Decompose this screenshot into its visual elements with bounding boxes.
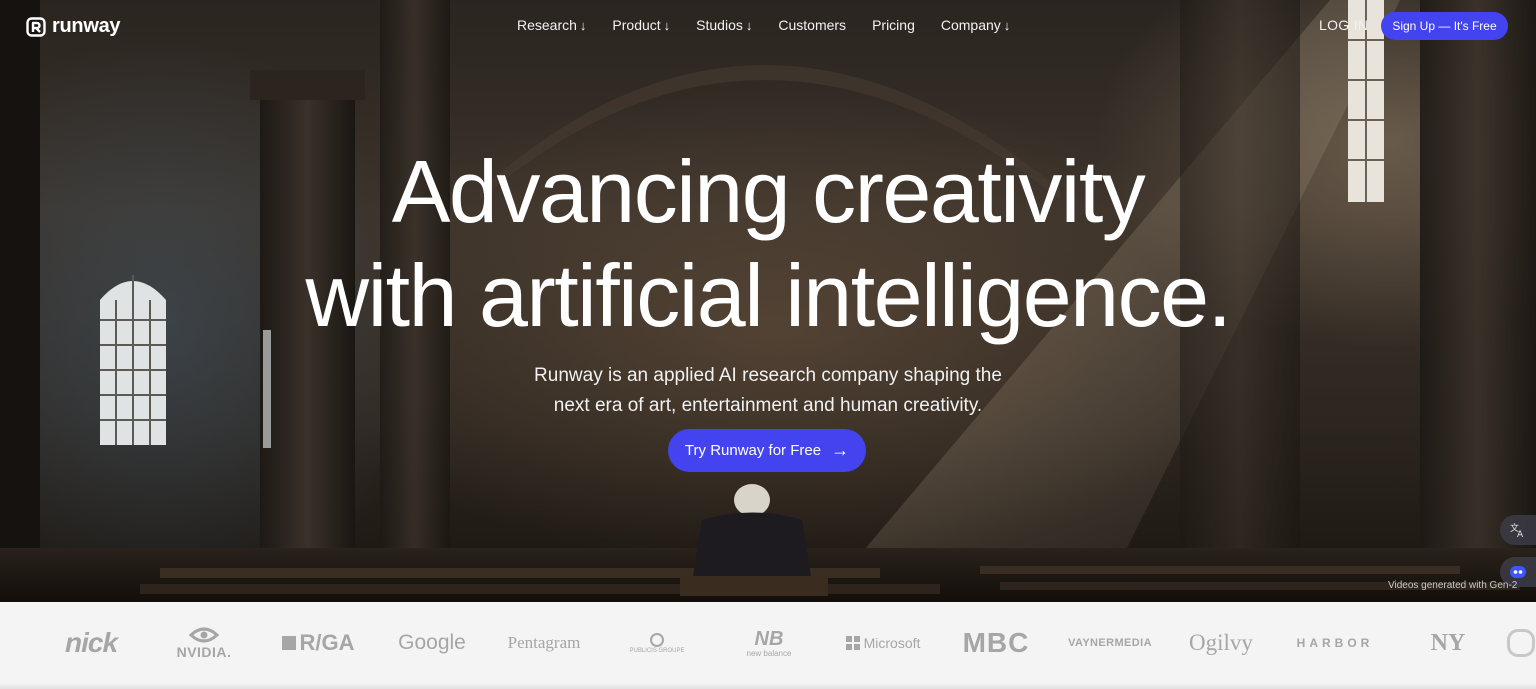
logo-new-balance-text: new balance — [746, 648, 792, 658]
arrow-down-icon: ↓ — [745, 18, 753, 33]
hero-headline: Advancing creativity with artificial int… — [0, 140, 1536, 348]
arrow-down-icon: ↓ — [579, 18, 587, 33]
logo-partial — [1506, 602, 1536, 684]
logo-nvidia: NVIDIA. — [172, 602, 236, 684]
nvidia-eye-icon — [189, 627, 219, 643]
arrow-right-icon: → — [831, 440, 850, 460]
logo-rga: R/GA — [278, 602, 358, 684]
menu-item-label: Pricing — [872, 17, 915, 33]
hero-subtext: Runway is an applied AI research company… — [0, 361, 1536, 421]
logo-rga-text: R/GA — [299, 630, 355, 655]
try-runway-button[interactable]: Try Runway for Free → — [668, 429, 866, 472]
svg-text:A: A — [1517, 530, 1524, 539]
runway-logo-icon — [26, 16, 46, 37]
customer-logo-strip: nick NVIDIA. R/GA Google Pentagram PUBLI… — [0, 602, 1536, 689]
menu-item-research[interactable]: Research ↓ — [517, 17, 586, 33]
logo-text: runway — [52, 15, 121, 37]
logo-nvidia-text: NVIDIA. — [176, 644, 232, 660]
logo-ogilvy: Ogilvy — [1189, 630, 1253, 655]
headline-line: with artificial intelligence. — [305, 246, 1232, 345]
nb-mark-icon: NB — [754, 627, 784, 650]
headline-line: Advancing creativity — [391, 142, 1146, 241]
menu-item-studios[interactable]: Studios ↓ — [696, 17, 752, 33]
video-caption: Videos generated with Gen-2 — [1388, 580, 1518, 591]
publicis-lion-icon — [650, 633, 664, 647]
logo-publicis: PUBLICIS GROUPE — [629, 602, 685, 684]
menu-item-pricing[interactable]: Pricing — [872, 17, 915, 33]
logo-harbor: HARBOR — [1296, 636, 1374, 650]
logo-mbc: MBC — [962, 627, 1030, 658]
menu-item-label: Studios — [696, 17, 743, 33]
menu-item-label: Customers — [778, 17, 847, 33]
logo-publicis-text: PUBLICIS GROUPE — [629, 648, 685, 654]
logo-new-balance: NB new balance — [740, 602, 798, 684]
menu-item-product[interactable]: Product ↓ — [612, 17, 670, 33]
runway-logo[interactable]: runway — [26, 15, 121, 38]
logo-microsoft: Microsoft — [844, 602, 922, 684]
menu-item-customers[interactable]: Customers — [778, 17, 846, 33]
menu-item-label: Company — [940, 17, 1001, 33]
microsoft-squares-icon — [845, 636, 860, 650]
translate-button[interactable]: 文 A — [1500, 515, 1536, 545]
login-link[interactable]: LOG IN — [1319, 17, 1368, 33]
logo-microsoft-text: Microsoft — [863, 635, 921, 651]
arrow-down-icon: ↓ — [1003, 18, 1011, 33]
menu-item-company[interactable]: Company ↓ — [941, 17, 1010, 33]
top-nav: runway Research ↓ Product ↓ Studios ↓ Custo… — [0, 0, 1536, 52]
cta-label: Try Runway for Free — [684, 442, 822, 459]
subtext-line: next era of art, entertainment and human… — [553, 395, 983, 416]
subtext-line: Runway is an applied AI research company… — [534, 365, 1002, 386]
arrow-down-icon: ↓ — [663, 18, 671, 33]
logo-vaynermedia: VAYNERMEDIA — [1068, 637, 1152, 649]
logo-nick: nick — [64, 627, 118, 658]
logo-pentagram: Pentagram — [507, 633, 581, 652]
menu-item-label: Research — [517, 17, 577, 33]
chat-bot-icon — [1510, 566, 1526, 578]
menu-item-label: Product — [612, 17, 661, 33]
logo-google: Google — [398, 631, 466, 654]
main-menu: Research ↓ Product ↓ Studios ↓ Customers Pr… — [517, 17, 1036, 33]
logo-yankees: NY — [1430, 629, 1466, 656]
signup-button[interactable]: Sign Up — It's Free — [1381, 12, 1508, 40]
translate-icon: 文 A — [1510, 522, 1524, 539]
